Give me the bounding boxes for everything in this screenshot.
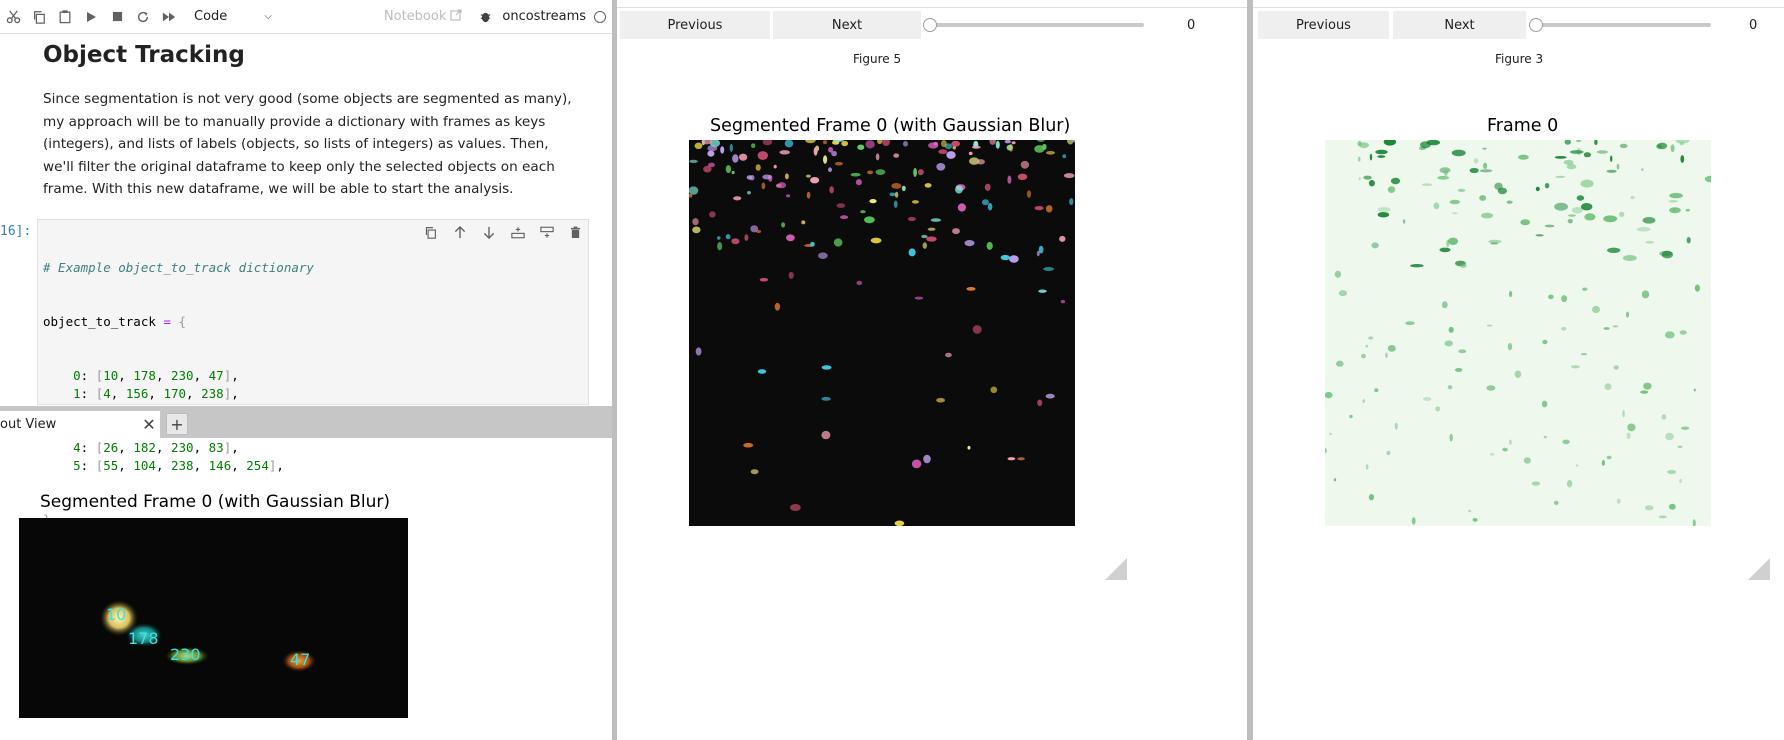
- next-button[interactable]: Next: [773, 11, 921, 39]
- frame-slider-value: 0: [1749, 18, 1758, 33]
- frame-slider-knob[interactable]: [923, 18, 937, 32]
- object-label: 47: [290, 650, 311, 669]
- figure-label: Figure 3: [1495, 52, 1544, 66]
- move-up-icon[interactable]: [449, 222, 470, 243]
- object-label: 230: [170, 645, 201, 664]
- chevron-down-icon: ⌵: [264, 11, 272, 22]
- figure-label: Figure 5: [853, 52, 902, 66]
- notebook-panel: Code ⌵ Notebook oncostreams Object Track…: [0, 0, 612, 740]
- tab-output-view-label: out View: [0, 417, 57, 432]
- add-tab-icon[interactable]: +: [166, 413, 188, 435]
- notebook-label: Notebook: [383, 9, 447, 24]
- notebook-link[interactable]: Notebook: [383, 8, 462, 25]
- object-label: 10: [106, 605, 127, 624]
- figure-panel-segmented: Previous Next 0 Figure 5 Segmented Frame…: [617, 0, 1247, 740]
- cell-type-value: Code: [194, 9, 228, 24]
- run-icon[interactable]: [78, 0, 104, 34]
- figure-panel-frame: Previous Next 0 Figure 3 Frame 0: [1253, 0, 1784, 740]
- kernel-status-icon: [594, 10, 606, 23]
- scissors-icon[interactable]: [0, 0, 26, 34]
- copy-icon[interactable]: [26, 0, 52, 34]
- markdown-heading: Object Tracking: [43, 42, 245, 68]
- tab-output-view[interactable]: out View: [0, 411, 160, 438]
- resize-handle-icon[interactable]: [1748, 558, 1770, 580]
- previous-button[interactable]: Previous: [1258, 11, 1389, 39]
- kernel-name[interactable]: oncostreams: [502, 9, 586, 24]
- insert-below-icon[interactable]: [536, 222, 557, 243]
- code-editor[interactable]: # Example object_to_track dictionary obj…: [43, 223, 314, 565]
- code-var-name: object_to_track: [43, 314, 156, 329]
- execution-prompt: 16]:: [0, 224, 32, 239]
- external-link-icon: [450, 8, 462, 25]
- code-line: 1: [4, 156, 170, 238],: [73, 386, 239, 401]
- previous-button[interactable]: Previous: [620, 11, 770, 39]
- insert-above-icon[interactable]: [507, 222, 528, 243]
- output-figure-title: Segmented Frame 0 (with Gaussian Blur): [40, 492, 391, 512]
- code-line: 0: [10, 178, 230, 47],: [73, 368, 239, 383]
- code-line: 5: [55, 104, 238, 146, 254],: [73, 458, 284, 473]
- segmented-frame-image: [689, 140, 1075, 526]
- delete-cell-icon[interactable]: [565, 222, 586, 243]
- frame-slider-knob[interactable]: [1529, 18, 1543, 32]
- frame-slider-track[interactable]: [930, 23, 1144, 27]
- figure-title: Frame 0: [1487, 116, 1559, 136]
- cell-type-select[interactable]: Code ⌵: [188, 6, 278, 28]
- object-label: 178: [128, 629, 159, 648]
- paste-icon[interactable]: [52, 0, 78, 34]
- next-button[interactable]: Next: [1393, 11, 1526, 39]
- notebook-toolbar: Code ⌵ Notebook oncostreams: [0, 0, 612, 34]
- bug-icon[interactable]: [474, 0, 496, 34]
- close-icon[interactable]: ✕: [140, 413, 158, 435]
- fast-forward-icon[interactable]: [156, 0, 182, 34]
- frame-slider-value: 0: [1187, 18, 1196, 33]
- raw-frame-image: [1325, 140, 1711, 526]
- output-segmented-image: 10 178 230 47: [19, 518, 408, 718]
- markdown-paragraph: Since segmentation is not very good (som…: [43, 91, 572, 197]
- code-comment: # Example object_to_track dictionary: [43, 260, 314, 275]
- stop-icon[interactable]: [104, 0, 130, 34]
- restart-icon[interactable]: [130, 0, 156, 34]
- duplicate-cell-icon[interactable]: [420, 222, 441, 243]
- frame-slider-track[interactable]: [1536, 23, 1711, 27]
- cell-toolbar: [420, 222, 586, 243]
- move-down-icon[interactable]: [478, 222, 499, 243]
- code-line: 4: [26, 182, 230, 83],: [73, 440, 239, 455]
- figure-title: Segmented Frame 0 (with Gaussian Blur): [710, 116, 1071, 136]
- resize-handle-icon[interactable]: [1105, 558, 1127, 580]
